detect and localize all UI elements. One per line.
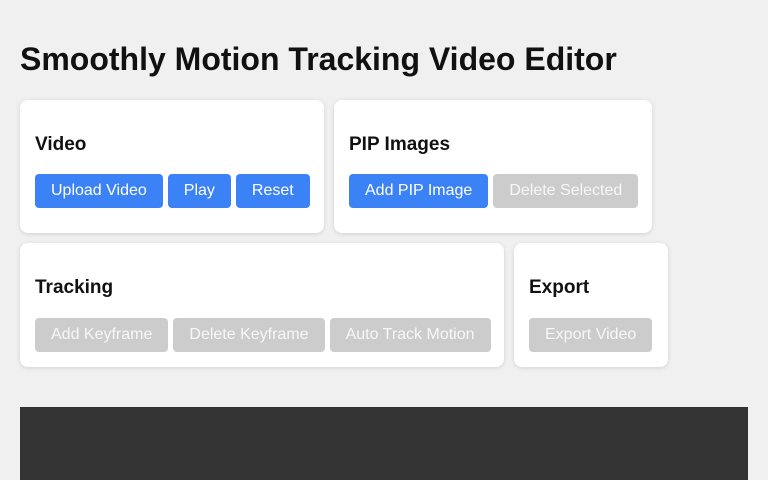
tracking-button-row: Add Keyframe Delete Keyframe Auto Track … (35, 318, 491, 352)
delete-keyframe-button[interactable]: Delete Keyframe (173, 318, 325, 352)
tracking-panel: Tracking Add Keyframe Delete Keyframe Au… (20, 243, 504, 367)
auto-track-motion-button[interactable]: Auto Track Motion (329, 318, 491, 352)
delete-selected-button[interactable]: Delete Selected (493, 174, 639, 208)
video-panel-title: Video (35, 134, 87, 155)
video-panel: Video Upload Video Play Reset (20, 100, 324, 233)
play-button[interactable]: Play (167, 174, 231, 208)
pip-button-row: Add PIP Image Delete Selected (349, 174, 639, 208)
reset-button[interactable]: Reset (235, 174, 310, 208)
page-title: Smoothly Motion Tracking Video Editor (20, 41, 617, 77)
export-button-row: Export Video (529, 318, 653, 352)
export-video-button[interactable]: Export Video (529, 318, 653, 352)
pip-images-panel-title: PIP Images (349, 134, 451, 155)
app-root: Smoothly Motion Tracking Video Editor Vi… (0, 0, 768, 480)
export-panel-title: Export (529, 277, 590, 298)
video-button-row: Upload Video Play Reset (35, 174, 310, 208)
pip-images-panel: PIP Images Add PIP Image Delete Selected (334, 100, 652, 233)
add-pip-image-button[interactable]: Add PIP Image (349, 174, 489, 208)
tracking-panel-title: Tracking (35, 277, 114, 298)
upload-video-button[interactable]: Upload Video (35, 174, 163, 208)
add-keyframe-button[interactable]: Add Keyframe (35, 318, 169, 352)
video-canvas[interactable] (20, 407, 748, 480)
export-panel: Export Export Video (514, 243, 668, 367)
